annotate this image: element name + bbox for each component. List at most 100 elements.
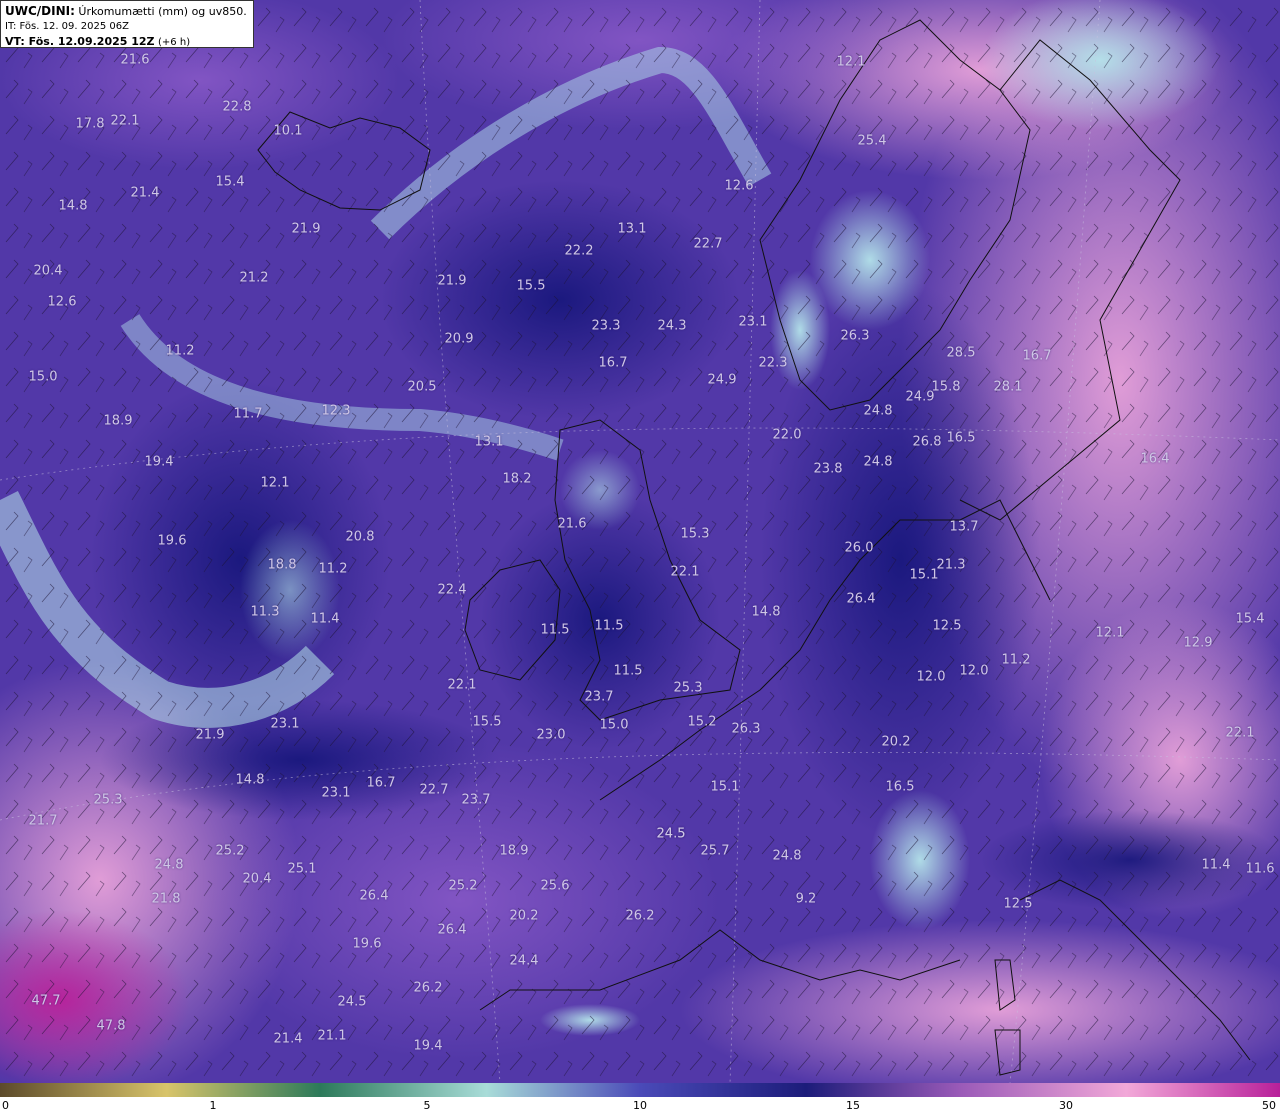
value-label: 16.7 xyxy=(598,355,628,371)
value-label: 11.5 xyxy=(594,618,624,634)
value-label: 47.7 xyxy=(31,993,61,1009)
value-label: 21.2 xyxy=(239,270,269,286)
value-label: 15.4 xyxy=(1235,611,1265,627)
value-label: 14.8 xyxy=(235,772,265,788)
value-label: 20.8 xyxy=(345,529,375,545)
value-label: 13.7 xyxy=(949,519,979,535)
value-label: 25.2 xyxy=(448,878,478,894)
value-label: 25.3 xyxy=(93,792,123,808)
value-label: 22.1 xyxy=(670,564,700,580)
value-label: 26.4 xyxy=(846,591,876,607)
value-label: 25.6 xyxy=(540,878,570,894)
value-label: 17.8 xyxy=(75,116,105,132)
value-label: 23.3 xyxy=(591,318,621,334)
value-label: 23.1 xyxy=(270,716,300,732)
value-label: 21.6 xyxy=(120,52,150,68)
value-label: 26.2 xyxy=(625,908,655,924)
value-label: 26.3 xyxy=(840,328,870,344)
value-label: 15.0 xyxy=(599,717,629,733)
value-label: 24.9 xyxy=(905,389,935,405)
value-label: 18.2 xyxy=(502,471,532,487)
value-label: 19.4 xyxy=(413,1038,443,1054)
init-time: IT: Fös. 12. 09. 2025 06Z xyxy=(5,21,129,32)
value-label: 16.5 xyxy=(885,779,915,795)
value-label: 9.2 xyxy=(795,891,817,907)
value-label: 20.2 xyxy=(881,734,911,750)
value-label: 21.7 xyxy=(28,813,58,829)
value-label: 18.8 xyxy=(267,557,297,573)
value-label: 18.9 xyxy=(103,413,133,429)
value-label: 12.6 xyxy=(724,178,754,194)
value-label: 11.4 xyxy=(310,611,340,627)
value-label: 12.3 xyxy=(321,403,351,419)
value-label: 14.8 xyxy=(751,604,781,620)
value-label: 12.0 xyxy=(916,669,946,685)
value-label: 25.1 xyxy=(287,861,317,877)
colorbar-tick-label: 1 xyxy=(209,1099,217,1112)
value-label: 15.4 xyxy=(215,174,245,190)
value-label: 14.8 xyxy=(58,198,88,214)
value-label: 10.1 xyxy=(273,123,303,139)
value-label: 26.2 xyxy=(413,980,443,996)
value-label: 24.5 xyxy=(656,826,686,842)
value-label: 22.1 xyxy=(1225,725,1255,741)
value-label: 12.0 xyxy=(959,663,989,679)
value-label: 12.1 xyxy=(1095,625,1125,641)
value-label: 22.0 xyxy=(772,427,802,443)
value-label: 19.6 xyxy=(352,936,382,952)
value-label: 21.9 xyxy=(437,273,467,289)
value-label: 16.4 xyxy=(1140,451,1170,467)
value-label: 15.1 xyxy=(710,779,740,795)
value-label: 22.8 xyxy=(222,99,252,115)
value-label: 15.1 xyxy=(909,567,939,583)
value-label: 22.1 xyxy=(110,113,140,129)
value-label: 24.8 xyxy=(863,454,893,470)
value-label: 26.3 xyxy=(731,721,761,737)
value-label: 23.0 xyxy=(536,727,566,743)
value-label: 24.8 xyxy=(154,857,184,873)
field-name: Úrkomumætti (mm) og uv850. xyxy=(78,5,247,18)
value-label: 16.7 xyxy=(1022,348,1052,364)
value-label: 20.9 xyxy=(444,331,474,347)
value-label: 24.8 xyxy=(863,403,893,419)
value-label: 21.6 xyxy=(557,516,587,532)
value-label: 26.4 xyxy=(437,922,467,938)
colorbar-tick-label: 50 xyxy=(1262,1099,1276,1112)
value-label: 12.5 xyxy=(1003,896,1033,912)
value-label: 21.8 xyxy=(151,891,181,907)
value-label: 13.1 xyxy=(474,434,504,450)
value-label: 11.6 xyxy=(1245,861,1275,877)
value-label: 18.9 xyxy=(499,843,529,859)
header-line-3: VT: Fös. 12.09.2025 12Z (+6 h) xyxy=(5,34,249,50)
value-label: 25.3 xyxy=(673,680,703,696)
value-label: 25.7 xyxy=(700,843,730,859)
value-label: 24.9 xyxy=(707,372,737,388)
value-label: 19.4 xyxy=(144,454,174,470)
value-label: 22.4 xyxy=(437,582,467,598)
colorbar-tick-label: 0 xyxy=(2,1099,9,1112)
value-label: 12.9 xyxy=(1183,635,1213,651)
value-label: 23.7 xyxy=(584,689,614,705)
value-label: 11.3 xyxy=(250,604,280,620)
colorbar-strip xyxy=(0,1083,1280,1097)
valid-offset: (+6 h) xyxy=(158,37,191,48)
colorbar-tick-label: 10 xyxy=(633,1099,647,1112)
value-label: 11.2 xyxy=(165,343,195,359)
value-label: 25.4 xyxy=(857,133,887,149)
colorbar: 0 1 5 10 15 30 50 xyxy=(0,1083,1280,1115)
value-label: 11.7 xyxy=(233,406,263,422)
value-label: 21.4 xyxy=(130,185,160,201)
value-label: 12.5 xyxy=(932,618,962,634)
value-label: 26.0 xyxy=(844,540,874,556)
value-label: 11.5 xyxy=(540,622,570,638)
value-label: 11.5 xyxy=(613,663,643,679)
value-label: 21.3 xyxy=(936,557,966,573)
value-label: 21.4 xyxy=(273,1031,303,1047)
header-line-1: UWC/DINI: Úrkomumætti (mm) og uv850. xyxy=(5,4,249,19)
value-label: 23.1 xyxy=(321,785,351,801)
value-label: 15.5 xyxy=(516,278,546,294)
value-label: 11.4 xyxy=(1201,857,1231,873)
value-label: 20.4 xyxy=(242,871,272,887)
value-label: 11.2 xyxy=(1001,652,1031,668)
value-label: 23.8 xyxy=(813,461,843,477)
